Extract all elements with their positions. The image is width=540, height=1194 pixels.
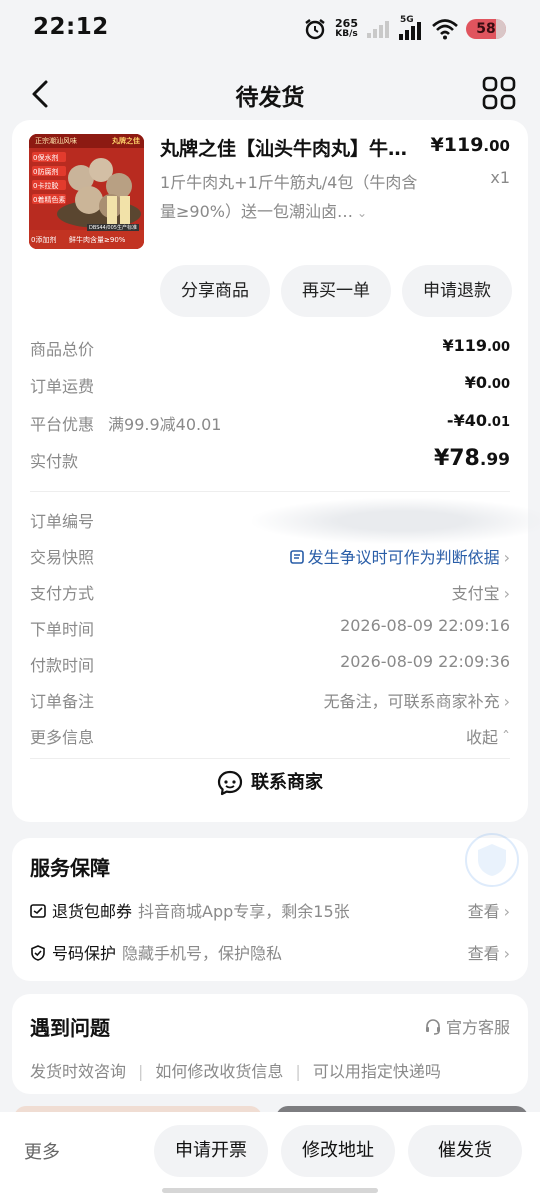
product-image [29, 134, 144, 249]
thumb-tag: 0着精色素 [33, 196, 66, 204]
info-row-payment[interactable]: 支付方式 支付宝 › [30, 580, 510, 606]
cost-row-total: 商品总价 ¥119.00 [30, 336, 510, 359]
service-guarantee-card: 服务保障 退货包邮券 抖音商城App专享，剩余15张 查看 › 号码保护 隐藏手机号，… [12, 833, 528, 981]
service-item-number-protection[interactable]: 号码保护 隐藏手机号，保护隐私 查看 › [30, 940, 510, 966]
request-invoice-button[interactable]: 申请开票 [154, 1125, 268, 1177]
chevron-right-icon: › [503, 548, 510, 567]
page-title: 待发货 [235, 85, 305, 111]
cost-row-discount: 平台优惠 满99.9减40.01 -¥40.01 [30, 411, 510, 434]
bottom-action-bar: 更多 申请开票 修改地址 催发货 [0, 1112, 540, 1194]
signal-weak-icon [367, 21, 389, 38]
shipping-amount: ¥0.00 [464, 373, 510, 392]
chevron-right-icon: › [503, 584, 510, 603]
coupon-icon [30, 904, 46, 918]
cost-row-paid: 实付款 ¥78.99 [30, 446, 510, 471]
order-detail-page: 22:12 265 KB/s 5G 58 待发货 正宗潮汕风味 丸牌之佳 0保水… [0, 0, 540, 1194]
chevron-up-icon: ˆ [502, 728, 510, 747]
wifi-icon [432, 19, 458, 40]
discount-desc: 满99.9减40.01 [108, 415, 222, 434]
order-number-redacted [252, 498, 540, 544]
status-time: 22:12 [33, 14, 109, 40]
paid-amount: ¥78.99 [433, 446, 510, 471]
divider [30, 491, 510, 492]
info-row-pay-time: 付款时间 2026-08-09 22:09:36 [30, 652, 510, 675]
signal-5g: 5G [398, 15, 424, 41]
cost-row-shipping: 订单运费 ¥0.00 [30, 373, 510, 396]
service-item-return-coupon[interactable]: 退货包邮券 抖音商城App专享，剩余15张 查看 › [30, 898, 510, 924]
nav-bar: 待发货 [0, 64, 540, 126]
thumb-bottom-right: 鲜牛肉含量≥90% [69, 236, 126, 244]
signal-strong-icon [399, 22, 421, 40]
order-card: 正宗潮汕风味 丸牌之佳 0保水剂 0防腐剂 0卡拉胶 0着精色素 DBS44/0… [12, 120, 540, 822]
info-row-more[interactable]: 更多信息 收起 ˆ [30, 724, 510, 750]
request-refund-button[interactable]: 申请退款 [402, 265, 512, 317]
headset-icon [425, 1019, 440, 1035]
chevron-right-icon: › [503, 944, 510, 963]
thumb-tag: 0卡拉胶 [33, 182, 59, 190]
shield-watermark-icon [465, 833, 519, 887]
thumb-tag: 0保水剂 [33, 154, 59, 162]
modify-address-button[interactable]: 修改地址 [281, 1125, 395, 1177]
document-icon [289, 550, 304, 564]
info-row-snapshot[interactable]: 交易快照 发生争议时可作为判断依据 › [30, 544, 510, 570]
official-service-link[interactable]: 官方客服 [424, 1014, 510, 1038]
chevron-right-icon: › [503, 692, 510, 711]
chevron-down-icon: ⌄ [356, 206, 368, 220]
faq-link[interactable]: 可以用指定快递吗 [313, 1062, 441, 1081]
total-amount: ¥119.00 [442, 336, 510, 355]
thumb-badge-top: 正宗潮汕风味 [35, 137, 77, 145]
product-price: ¥119.00 [430, 134, 510, 156]
chat-icon [217, 770, 243, 796]
status-bar: 22:12 265 KB/s 5G 58 [0, 0, 540, 60]
grid-menu-icon[interactable] [482, 76, 516, 110]
network-speed: 265 KB/s [335, 17, 358, 39]
share-product-button[interactable]: 分享商品 [160, 265, 270, 317]
rebuy-button[interactable]: 再买一单 [281, 265, 391, 317]
urge-shipment-button[interactable]: 催发货 [408, 1125, 522, 1177]
product-thumbnail[interactable]: 正宗潮汕风味 丸牌之佳 0保水剂 0防腐剂 0卡拉胶 0着精色素 DBS44/0… [29, 134, 144, 249]
faq-links: 发货时效咨询 | 如何修改收货信息 | 可以用指定快递吗 [30, 1062, 441, 1081]
chevron-right-icon: › [503, 902, 510, 921]
shield-check-icon [31, 945, 45, 961]
problems-card: 遇到问题 官方客服 发货时效咨询 | 如何修改收货信息 | 可以用指定快递吗 [12, 994, 528, 1094]
divider [30, 758, 510, 759]
faq-link[interactable]: 如何修改收货信息 [155, 1062, 283, 1081]
product-quantity: x1 [490, 168, 510, 187]
product-title[interactable]: 丸牌之佳【汕头牛肉丸】牛… [160, 134, 430, 161]
info-row-remark[interactable]: 订单备注 无备注，可联系商家补充 › [30, 688, 510, 714]
service-title: 服务保障 [30, 856, 110, 880]
contact-merchant-button[interactable]: 联系商家 [12, 768, 528, 812]
home-indicator[interactable] [162, 1188, 378, 1193]
alarm-icon [305, 19, 325, 40]
discount-amount: -¥40.01 [446, 411, 510, 430]
faq-link[interactable]: 发货时效咨询 [30, 1062, 126, 1081]
thumb-brand: 丸牌之佳 [112, 137, 140, 145]
info-row-order-time: 下单时间 2026-08-09 22:09:16 [30, 616, 510, 639]
thumb-code: DBS44/005生产标准 [87, 224, 139, 231]
thumb-tag: 0防腐剂 [33, 168, 59, 176]
problems-title: 遇到问题 [30, 1016, 110, 1040]
more-button[interactable]: 更多 [24, 1138, 60, 1164]
thumb-bottom-left: 0添加剂 [31, 236, 57, 244]
battery-indicator: 58 [466, 19, 506, 39]
status-icons: 265 KB/s 5G 58 [303, 14, 506, 44]
product-spec[interactable]: 1斤牛肉丸+1斤牛筋丸/4包（牛肉含量≥90%）送一包潮汕卤… ⌄ [160, 168, 430, 228]
